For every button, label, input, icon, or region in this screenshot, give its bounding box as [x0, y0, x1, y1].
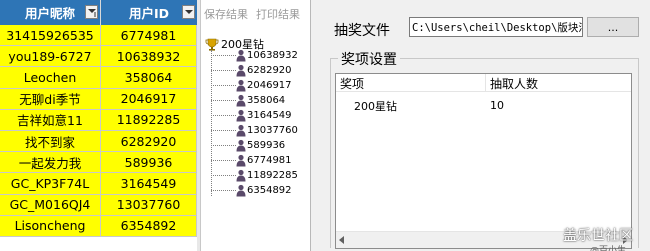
filter-dropdown-icon[interactable]	[182, 5, 195, 19]
column-header-label: 用户ID	[128, 6, 170, 21]
column-header-prize[interactable]: 奖项	[336, 74, 486, 92]
nickname-cell[interactable]: 一起发力我	[0, 152, 101, 174]
nickname-cell[interactable]: Lisoncheng	[0, 215, 101, 237]
tree-connector	[211, 70, 236, 71]
tree-connector	[211, 100, 236, 101]
nickname-cell[interactable]: you189-6727	[0, 46, 101, 68]
user-icon	[236, 79, 246, 92]
scroll-left-icon[interactable]	[339, 236, 344, 244]
nickname-cell[interactable]: GC_M016QJ4	[0, 194, 101, 216]
tree-item[interactable]: 589936	[211, 138, 285, 153]
prize-name: 200星钻	[354, 99, 397, 113]
tree-item-label: 3164549	[247, 110, 292, 121]
file-label: 抽奖文件	[334, 23, 390, 39]
table-row: Leochen 358064	[0, 67, 197, 89]
user-icon	[236, 64, 246, 77]
tree-item-label: 589936	[247, 140, 286, 151]
user-icon	[236, 94, 246, 107]
tree-connector	[211, 115, 236, 116]
save-results-button[interactable]: 保存结果	[204, 6, 248, 22]
tree-item[interactable]: 6282920	[211, 63, 292, 78]
prize-listview[interactable]: 奖项 抽取人数 200星钻 10	[335, 73, 632, 249]
table-row: GC_KP3F74L 3164549	[0, 173, 197, 195]
user-icon	[236, 109, 246, 122]
tree-item-label: 6354892	[247, 185, 292, 196]
table-row: 找不到家 6282920	[0, 130, 197, 153]
tree-connector	[211, 55, 236, 56]
sheet-rows: 31415926535 6774981 you189-6727 10638932…	[0, 25, 197, 237]
watermark-main: 盖乐世社区	[563, 228, 633, 244]
tree-connector	[211, 130, 236, 131]
list-item[interactable]: 200星钻 10	[336, 97, 631, 114]
tree-connector	[211, 85, 236, 86]
browse-button[interactable]: ...	[587, 17, 639, 37]
tree-item-label: 6282920	[247, 65, 292, 76]
table-row: 31415926535 6774981	[0, 25, 197, 47]
nickname-cell[interactable]: 找不到家	[0, 130, 101, 153]
userid-cell[interactable]: 2046917	[101, 88, 197, 110]
tree-item-label: 13037760	[247, 125, 298, 136]
tree-item[interactable]: 10638932	[211, 48, 298, 63]
nickname-cell[interactable]: Leochen	[0, 67, 101, 89]
sheet-header-row: 用户昵称 用户ID	[0, 0, 197, 25]
table-row: 一起发力我 589936	[0, 152, 197, 174]
tree-connector	[211, 145, 236, 146]
column-header-label: 用户昵称	[24, 6, 75, 21]
userid-cell[interactable]: 589936	[101, 152, 197, 174]
table-row: you189-6727 10638932	[0, 46, 197, 68]
tree-item-label: 6774981	[247, 155, 292, 166]
table-row: 无聊di季节 2046917	[0, 88, 197, 110]
tree-connector	[211, 190, 236, 191]
userid-cell[interactable]: 11892285	[101, 109, 197, 131]
tree-item[interactable]: 6354892	[211, 183, 292, 198]
tree-item[interactable]: 3164549	[211, 108, 292, 123]
userid-cell[interactable]: 6282920	[101, 130, 197, 153]
tree-item-label: 10638932	[247, 50, 298, 61]
file-path-field[interactable]: C:\Users\cheil\Desktop\版块活	[409, 17, 583, 37]
user-icon	[236, 169, 246, 182]
table-row: 吉祥如意11 11892285	[0, 109, 197, 131]
tree-item-label: 2046917	[247, 80, 292, 91]
spreadsheet: 用户昵称 用户ID 31415926535 6774981 you189-672…	[0, 0, 197, 251]
tree-connector	[211, 175, 236, 176]
user-icon	[236, 124, 246, 137]
nickname-cell[interactable]: 吉祥如意11	[0, 109, 101, 131]
tree-toolbar: 保存结果 打印结果	[201, 0, 310, 28]
tree-item-label: 11892285	[247, 170, 298, 181]
tree-item[interactable]: 11892285	[211, 168, 298, 183]
column-header-userid[interactable]: 用户ID	[101, 0, 197, 25]
user-icon	[236, 184, 246, 197]
userid-cell[interactable]: 3164549	[101, 173, 197, 195]
user-icon	[236, 49, 246, 62]
tree-item[interactable]: 13037760	[211, 123, 298, 138]
userid-cell[interactable]: 358064	[101, 67, 197, 89]
table-row: GC_M016QJ4 13037760	[0, 194, 197, 216]
nickname-cell[interactable]: 无聊di季节	[0, 88, 101, 110]
userid-cell[interactable]: 13037760	[101, 194, 197, 216]
tree-item-label: 358064	[247, 95, 286, 106]
table-row: Lisoncheng 6354892	[0, 215, 197, 237]
prize-count: 10	[490, 99, 504, 112]
listview-header: 奖项 抽取人数	[336, 74, 631, 92]
tree-connector	[211, 160, 236, 161]
userid-cell[interactable]: 6774981	[101, 25, 197, 47]
nickname-cell[interactable]: GC_KP3F74L	[0, 173, 101, 195]
sort-filter-icon[interactable]	[85, 5, 98, 19]
tree-item[interactable]: 2046917	[211, 78, 292, 93]
user-icon	[236, 154, 246, 167]
group-title: 奖项设置	[338, 49, 400, 69]
tree-item[interactable]: 6774981	[211, 153, 292, 168]
userid-cell[interactable]: 6354892	[101, 215, 197, 237]
column-header-count[interactable]: 抽取人数	[486, 74, 631, 92]
watermark-sub: @百小生	[590, 246, 627, 251]
result-tree-panel: 保存结果 打印结果 200星钻 10638932 6282920 2046917…	[200, 0, 310, 251]
tree-item[interactable]: 358064	[211, 93, 285, 108]
user-icon	[236, 139, 246, 152]
print-results-button[interactable]: 打印结果	[256, 6, 300, 22]
userid-cell[interactable]: 10638932	[101, 46, 197, 68]
lottery-dialog: 抽奖文件 C:\Users\cheil\Desktop\版块活 ... 奖项设置…	[310, 0, 650, 251]
nickname-cell[interactable]: 31415926535	[0, 25, 101, 47]
column-header-nickname[interactable]: 用户昵称	[0, 0, 101, 25]
